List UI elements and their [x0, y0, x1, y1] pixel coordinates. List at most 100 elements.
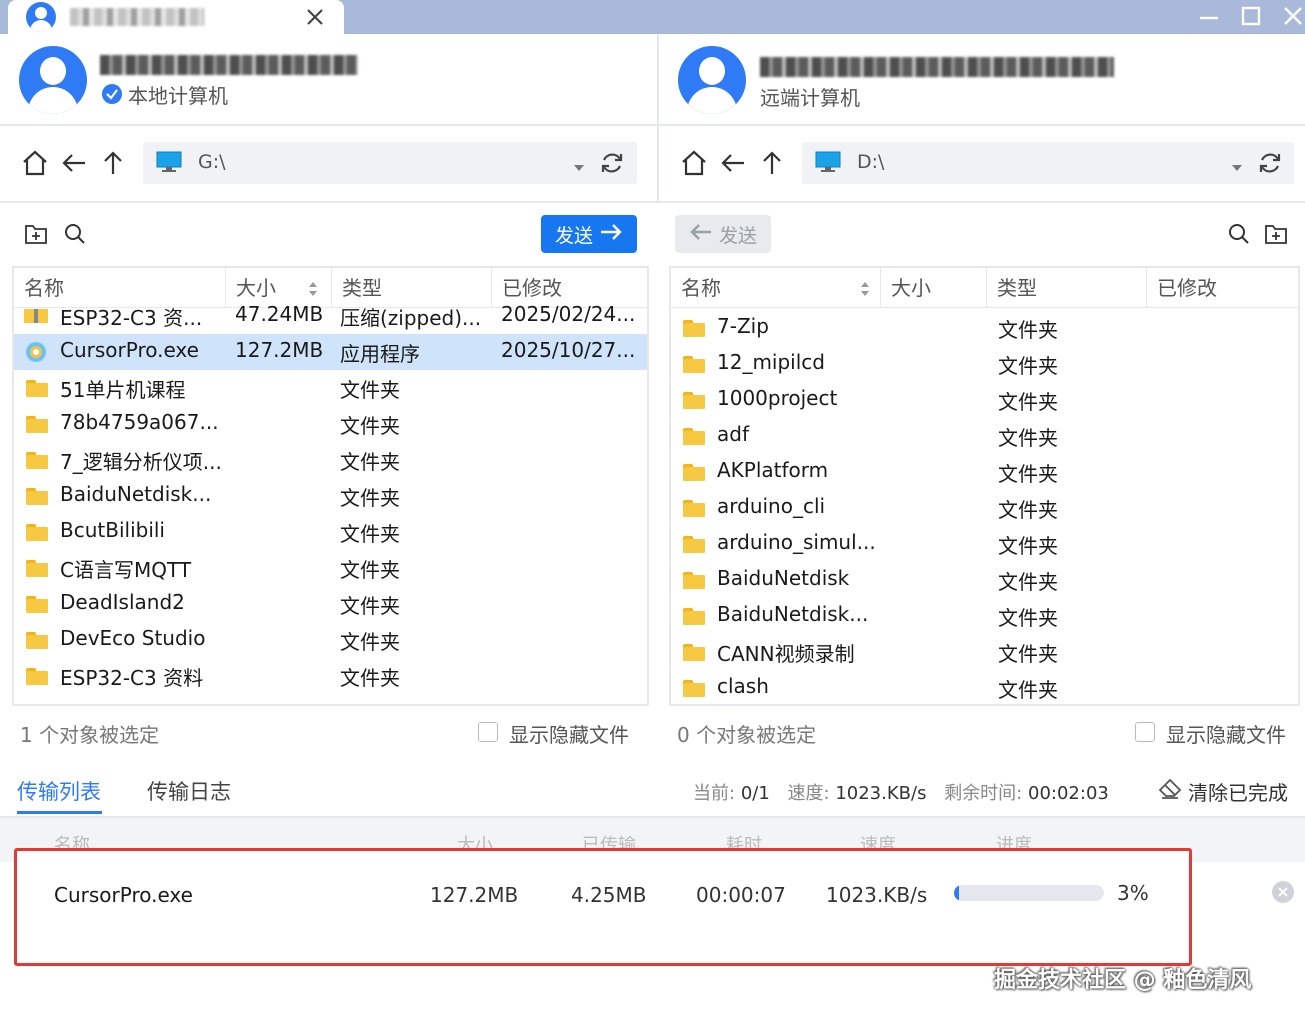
- file-row[interactable]: BaiduNetdisk 文件夹: [671, 562, 1298, 598]
- divider: [0, 124, 1305, 126]
- remote-show-hidden-checkbox[interactable]: [1135, 722, 1155, 742]
- file-row[interactable]: 51单片机课程 文件夹: [14, 370, 647, 406]
- folder-icon: [683, 680, 705, 697]
- file-row[interactable]: DevEco Studio 文件夹: [14, 622, 647, 658]
- tab-transfer-log[interactable]: 传输日志: [147, 776, 231, 806]
- tab-avatar-icon: [26, 2, 56, 32]
- file-name: BaiduNetdisk...: [60, 482, 212, 506]
- file-row[interactable]: CANN视频录制 文件夹: [671, 634, 1298, 670]
- file-row[interactable]: 1000project 文件夹: [671, 382, 1298, 418]
- file-type: 文件夹: [998, 678, 1058, 702]
- file-name: CANN视频录制: [717, 642, 855, 666]
- minimize-icon[interactable]: [1192, 2, 1226, 30]
- clear-completed-button[interactable]: 清除已完成: [1158, 777, 1288, 806]
- sort-icon: [860, 281, 870, 301]
- file-row[interactable]: adf 文件夹: [671, 418, 1298, 454]
- close-icon[interactable]: [1276, 2, 1305, 30]
- column-header-modified[interactable]: 已修改: [1147, 268, 1298, 308]
- home-icon[interactable]: [679, 148, 709, 178]
- file-row[interactable]: BaiduNetdisk... 文件夹: [14, 478, 647, 514]
- refresh-icon[interactable]: [599, 150, 625, 180]
- file-name: C语言写MQTT: [60, 558, 192, 582]
- session-tab[interactable]: [8, 0, 344, 36]
- column-header-name[interactable]: 名称: [671, 268, 881, 308]
- search-icon[interactable]: [63, 222, 87, 250]
- remote-list-header: 名称 大小 类型 已修改: [671, 268, 1298, 308]
- folder-icon: [683, 644, 705, 661]
- file-row[interactable]: AKPlatform 文件夹: [671, 454, 1298, 490]
- file-row[interactable]: clash 文件夹: [671, 670, 1298, 704]
- file-row[interactable]: 7_逻辑分析仪项... 文件夹: [14, 442, 647, 478]
- remote-host-label: 远端计算机: [760, 86, 860, 110]
- file-type: 文件夹: [998, 462, 1058, 486]
- file-row[interactable]: CursorPro.exe 127.2MB 应用程序 2025/10/27...: [14, 334, 647, 370]
- file-row[interactable]: ESP32-C3 资... 47.24MB 压缩(zipped)... 2025/02…: [14, 298, 647, 334]
- remote-show-hidden-label[interactable]: 显示隐藏文件: [1166, 719, 1286, 748]
- file-row[interactable]: C语言写MQTT 文件夹: [14, 550, 647, 586]
- transfer-transferred: 4.25MB: [571, 883, 647, 907]
- local-file-list[interactable]: 名称 大小 类型 已修改 ESP32-C3 资... 47.24MB 压缩(zipp…: [12, 266, 649, 706]
- file-name: 78b4759a067...: [60, 410, 219, 434]
- file-row[interactable]: 78b4759a067... 文件夹: [14, 406, 647, 442]
- local-show-hidden-checkbox[interactable]: [478, 722, 498, 742]
- tab-transfer-list[interactable]: 传输列表: [17, 776, 101, 806]
- file-row[interactable]: 12_mipilcd 文件夹: [671, 346, 1298, 382]
- file-name: ESP32-C3 资料: [60, 666, 204, 690]
- chevron-down-icon[interactable]: [1231, 158, 1243, 177]
- transfer-item-row[interactable]: CursorPro.exe 127.2MB 4.25MB 00:00:07 10…: [14, 848, 1192, 966]
- folder-icon: [683, 392, 705, 409]
- new-folder-icon[interactable]: [1264, 223, 1288, 249]
- chevron-down-icon[interactable]: [573, 158, 585, 177]
- local-host-name-redacted: [100, 55, 358, 75]
- transfer-progress-fill: [954, 885, 959, 901]
- send-back-button[interactable]: 发送: [675, 215, 771, 253]
- folder-icon: [26, 380, 48, 397]
- send-button-label: 发送: [554, 224, 593, 247]
- column-header-size[interactable]: 大小: [881, 268, 987, 308]
- remote-path-bar[interactable]: D:\: [802, 142, 1294, 184]
- cancel-transfer-icon[interactable]: [1272, 881, 1294, 903]
- back-icon[interactable]: [59, 148, 89, 178]
- tab-close-icon[interactable]: [304, 6, 326, 28]
- file-type: 文件夹: [998, 534, 1058, 558]
- remote-file-list[interactable]: 名称 大小 类型 已修改 7-Zip 文件夹 12_mipilcd 文件夹 1000pr…: [669, 266, 1300, 706]
- active-tab-indicator: [17, 811, 102, 814]
- new-folder-icon[interactable]: [24, 223, 48, 249]
- file-modified: 2025/10/27...: [501, 338, 636, 362]
- clear-completed-label: 清除已完成: [1188, 781, 1288, 805]
- back-icon[interactable]: [718, 148, 748, 178]
- file-name: BaiduNetdisk: [717, 566, 850, 590]
- file-type: 文件夹: [998, 354, 1058, 378]
- transfer-file-name: CursorPro.exe: [54, 883, 193, 907]
- folder-icon: [683, 500, 705, 517]
- local-show-hidden-label[interactable]: 显示隐藏文件: [509, 719, 629, 748]
- file-name: adf: [717, 422, 749, 446]
- refresh-icon[interactable]: [1257, 150, 1283, 180]
- pane-divider: [657, 34, 659, 202]
- file-type: 应用程序: [340, 342, 420, 366]
- file-row[interactable]: arduino_cli 文件夹: [671, 490, 1298, 526]
- folder-icon: [26, 668, 48, 685]
- file-row[interactable]: DeadIsland2 文件夹: [14, 586, 647, 622]
- file-row[interactable]: BaiduNetdisk... 文件夹: [671, 598, 1298, 634]
- local-host-label: 本地计算机: [128, 84, 228, 108]
- local-path-bar[interactable]: G:\: [143, 142, 637, 184]
- file-row[interactable]: 7-Zip 文件夹: [671, 310, 1298, 346]
- file-type: 文件夹: [340, 378, 400, 402]
- file-row[interactable]: BcutBilibili 文件夹: [14, 514, 647, 550]
- send-button[interactable]: 发送: [541, 215, 637, 253]
- up-icon[interactable]: [98, 148, 128, 178]
- zip-icon: [24, 306, 48, 324]
- up-icon[interactable]: [757, 148, 787, 178]
- home-icon[interactable]: [20, 148, 50, 178]
- remote-path-text: D:\: [857, 151, 885, 173]
- monitor-icon: [815, 151, 841, 173]
- search-icon[interactable]: [1227, 222, 1251, 250]
- app-icon: [24, 340, 48, 364]
- send-back-button-label: 发送: [718, 224, 757, 247]
- maximize-icon[interactable]: [1234, 2, 1268, 30]
- file-row[interactable]: arduino_simul... 文件夹: [671, 526, 1298, 562]
- file-row[interactable]: ESP32-C3 资料 文件夹: [14, 658, 647, 694]
- column-header-type[interactable]: 类型: [987, 268, 1147, 308]
- local-selected-count: 1 个对象被选定: [20, 723, 160, 747]
